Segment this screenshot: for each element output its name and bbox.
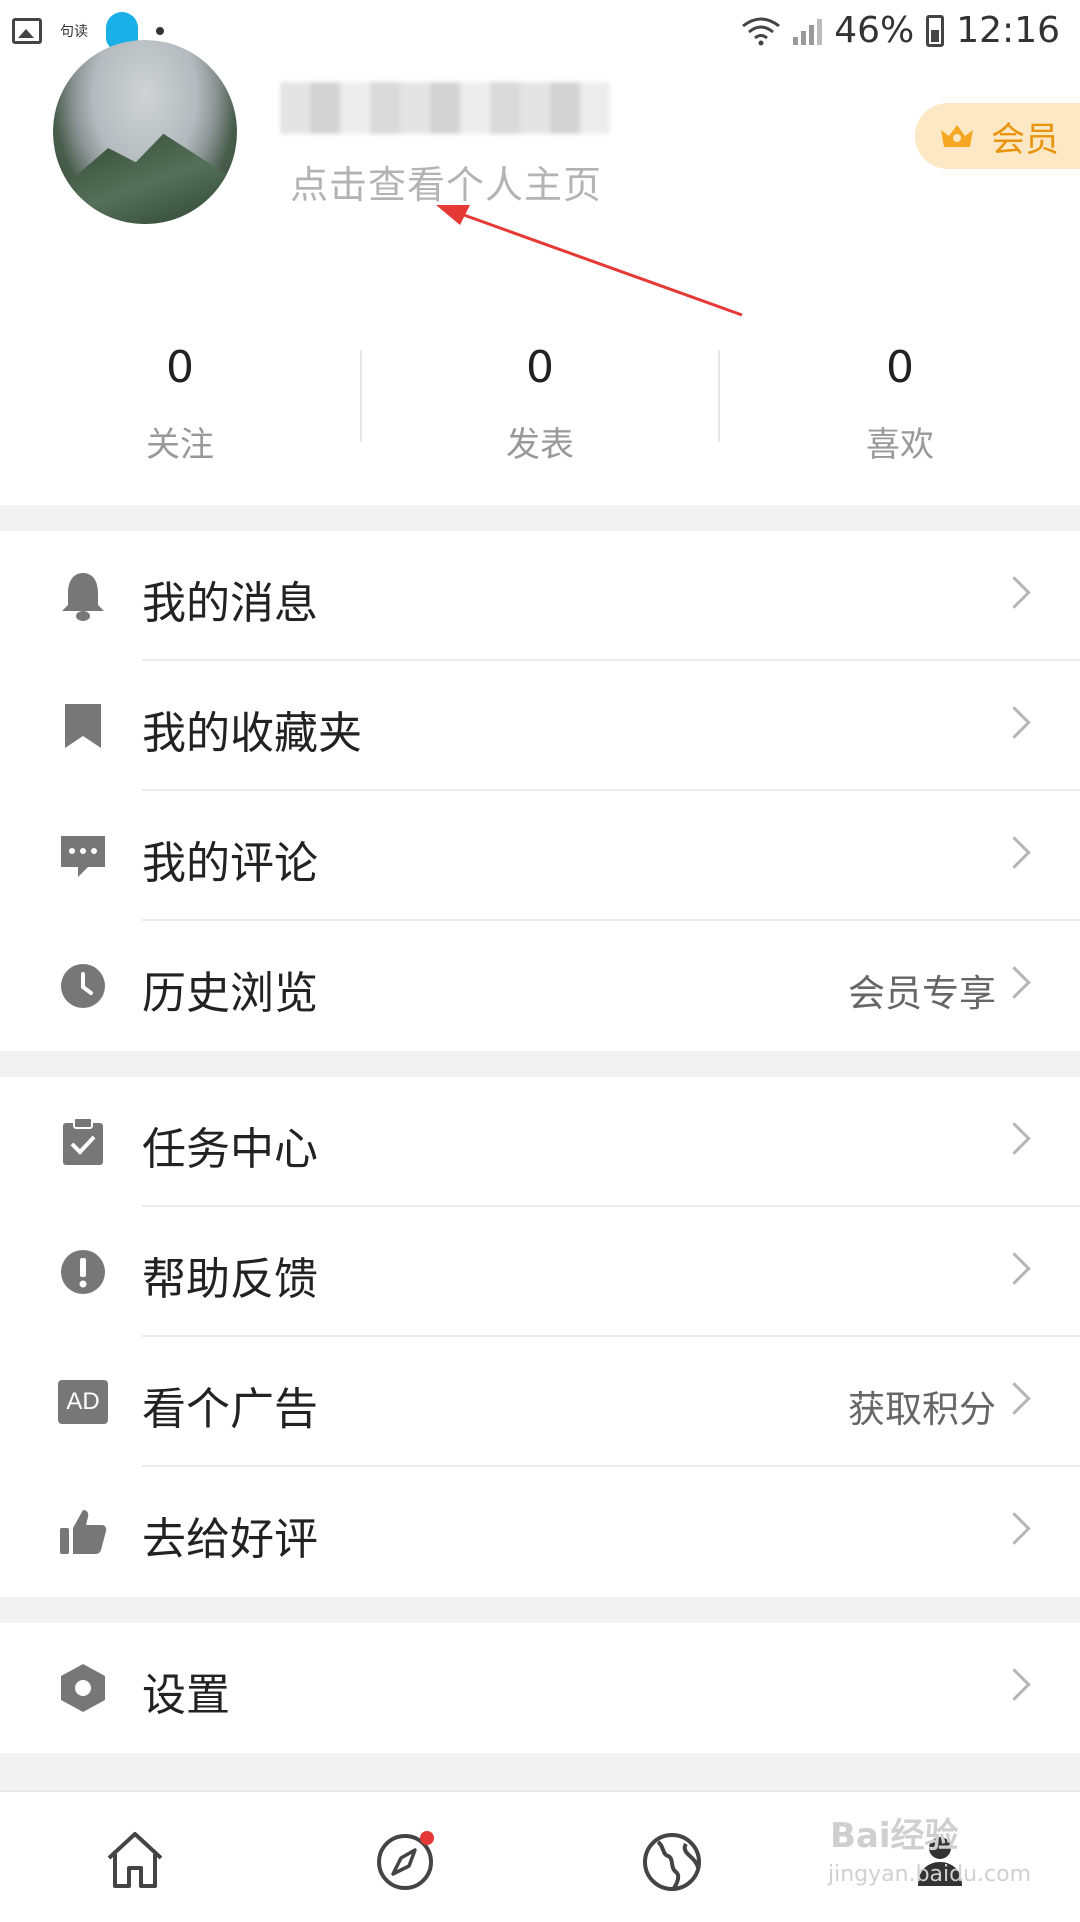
stat-value: 0 xyxy=(886,342,914,393)
wifi-icon xyxy=(742,17,781,45)
menu-label: 去给好评 xyxy=(142,1514,318,1565)
stat-label: 喜欢 xyxy=(866,425,934,465)
menu-label: 设置 xyxy=(142,1670,230,1721)
vip-exclusive-label: 会员专享 xyxy=(848,972,996,1015)
section-divider xyxy=(0,505,1080,531)
vip-badge[interactable]: 会员 xyxy=(915,103,1080,169)
exclamation-icon xyxy=(58,1247,108,1297)
section-divider xyxy=(0,1753,1080,1790)
stats-row: 0 关注 0 发表 0 喜欢 xyxy=(0,330,1080,480)
clock-time: 12:16 xyxy=(956,10,1060,51)
notification-badge xyxy=(420,1831,434,1845)
menu-label: 任务中心 xyxy=(142,1124,318,1175)
menu-label: 我的评论 xyxy=(142,838,318,889)
watermark: Bai经验 xyxy=(830,1816,959,1856)
stat-posts[interactable]: 0 发表 xyxy=(360,330,720,480)
crown-icon xyxy=(941,125,973,147)
settings-hexagon-icon xyxy=(58,1663,108,1713)
globe-icon[interactable] xyxy=(640,1828,704,1892)
section-divider xyxy=(0,1597,1080,1623)
ad-icon-text: AD xyxy=(58,1380,108,1424)
chevron-right-icon xyxy=(998,1668,1031,1701)
menu-item-messages[interactable]: 我的消息 xyxy=(0,531,1080,661)
view-profile-link[interactable]: 点击查看个人主页 xyxy=(290,154,602,209)
stat-value: 0 xyxy=(166,342,194,393)
vip-label: 会员 xyxy=(991,119,1059,160)
thumbs-up-icon xyxy=(58,1507,108,1557)
stat-divider xyxy=(360,350,362,442)
chevron-right-icon xyxy=(998,1252,1031,1285)
chevron-right-icon xyxy=(998,1512,1031,1545)
compass-icon[interactable] xyxy=(373,1828,437,1892)
bookmark-icon xyxy=(58,701,108,751)
menu-label: 看个广告 xyxy=(142,1384,318,1435)
clipboard-check-icon xyxy=(58,1117,108,1167)
chevron-right-icon xyxy=(998,706,1031,739)
watermark-sub: jingyan.baidu.com xyxy=(828,1862,1032,1887)
chevron-right-icon xyxy=(998,836,1031,869)
menu-label: 历史浏览 xyxy=(142,968,318,1019)
menu-item-settings[interactable]: 设置 xyxy=(0,1623,1080,1753)
signal-icon xyxy=(793,17,823,45)
username-blurred[interactable] xyxy=(280,82,610,134)
chevron-right-icon xyxy=(998,1122,1031,1155)
stat-likes[interactable]: 0 喜欢 xyxy=(720,330,1080,480)
battery-percent: 46% xyxy=(834,10,915,51)
comment-icon xyxy=(58,831,108,881)
menu-label: 我的收藏夹 xyxy=(142,708,362,759)
gallery-icon xyxy=(12,18,42,44)
section-divider xyxy=(0,1051,1080,1077)
menu-item-favorites[interactable]: 我的收藏夹 xyxy=(0,661,1080,791)
status-app-label: 句读 xyxy=(60,24,88,40)
ad-icon: AD xyxy=(58,1377,108,1427)
bell-icon xyxy=(58,571,108,621)
clock-icon xyxy=(58,961,108,1011)
avatar[interactable] xyxy=(53,40,237,224)
menu-label: 我的消息 xyxy=(142,578,318,629)
earn-points-label: 获取积分 xyxy=(848,1388,996,1431)
stat-following[interactable]: 0 关注 xyxy=(0,330,360,480)
menu-item-help-feedback[interactable]: 帮助反馈 xyxy=(0,1207,1080,1337)
stat-label: 关注 xyxy=(146,425,214,465)
menu-item-watch-ad[interactable]: AD 看个广告 获取积分 xyxy=(0,1337,1080,1467)
stat-value: 0 xyxy=(526,342,554,393)
chevron-right-icon xyxy=(998,1382,1031,1415)
dot-icon xyxy=(156,27,164,35)
battery-icon xyxy=(926,14,945,47)
stat-label: 发表 xyxy=(506,425,574,465)
menu-label: 帮助反馈 xyxy=(142,1254,318,1305)
chevron-right-icon xyxy=(998,576,1031,609)
menu-item-history[interactable]: 历史浏览 会员专享 xyxy=(0,921,1080,1051)
menu-item-task-center[interactable]: 任务中心 xyxy=(0,1077,1080,1207)
menu-item-rate-app[interactable]: 去给好评 xyxy=(0,1467,1080,1597)
menu-item-comments[interactable]: 我的评论 xyxy=(0,791,1080,921)
home-icon[interactable] xyxy=(103,1828,167,1892)
chevron-right-icon xyxy=(998,966,1031,999)
